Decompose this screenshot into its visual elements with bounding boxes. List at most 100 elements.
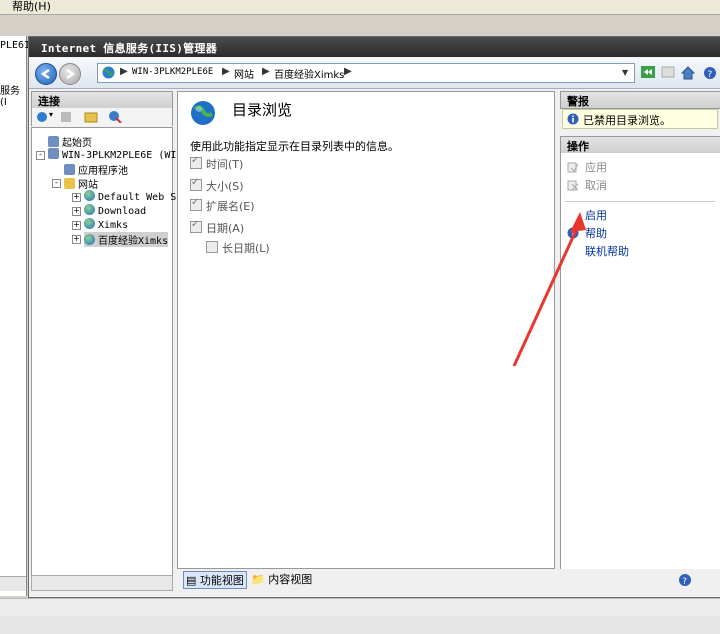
online-help-action[interactable]: 联机帮助 [585, 243, 629, 259]
actions-header: 操作 [560, 136, 720, 154]
tree-node[interactable]: Download [84, 204, 146, 217]
home-icon[interactable] [681, 66, 695, 80]
tree-node[interactable]: 应用程序池 [64, 162, 128, 177]
actions-title: 操作 [567, 140, 589, 153]
crumb-server[interactable]: WIN-3PLKM2PLE6E [132, 67, 213, 77]
forward-arrow-icon [66, 69, 76, 79]
info-icon [567, 113, 579, 125]
actions-pane: 应用 取消 启用 ? 帮助 联机帮助 [560, 153, 720, 589]
site-globe-icon [84, 234, 95, 245]
apply-action[interactable]: 应用 [585, 159, 607, 175]
option-checkbox[interactable]: 大小(S) [190, 177, 244, 194]
svg-text:?: ? [708, 70, 713, 80]
background-window: PLE6I 服务 (I [0, 36, 31, 596]
content-view-label: 内容视图 [268, 573, 313, 586]
option-label: 长日期(L) [222, 242, 270, 255]
tree-node[interactable]: 起始页 [48, 134, 92, 149]
crumb-site[interactable]: 百度经验Ximks [274, 66, 344, 81]
back-button[interactable] [35, 63, 57, 85]
checkbox-icon [190, 155, 202, 169]
option-checkbox[interactable]: 长日期(L) [206, 240, 270, 256]
alerts-title: 警报 [567, 95, 589, 108]
tree-expander-icon[interactable]: + [72, 235, 81, 244]
option-checkbox[interactable]: 时间(T) [190, 155, 244, 172]
tree-expander-icon[interactable]: + [72, 207, 81, 216]
feature-title: 目录浏览 [232, 101, 293, 119]
up-folder-icon[interactable] [84, 110, 98, 123]
background-scrollbar[interactable] [0, 576, 26, 591]
help-action[interactable]: 帮助 [585, 225, 607, 241]
crumb-separator: ▶ [344, 66, 352, 77]
background-text-2: 服务 (I [0, 86, 20, 108]
tree-node-label: Ximks [98, 220, 129, 231]
tree-node[interactable]: 网站 [64, 176, 98, 191]
window-title: Internet 信息服务(IIS)管理器 [41, 42, 218, 55]
svg-text:?: ? [570, 230, 575, 239]
tree-node[interactable]: WIN-3PLKM2PLE6E (WIN [48, 148, 182, 161]
connections-scrollbar[interactable] [31, 575, 173, 591]
tree-expander-icon[interactable]: + [72, 221, 81, 230]
tree-expander-icon[interactable]: - [52, 179, 61, 188]
bottom-strip [0, 616, 720, 634]
tree-expander-icon[interactable]: - [36, 151, 45, 160]
dropdown-icon[interactable]: ▾ [49, 110, 53, 119]
connections-title: 连接 [38, 95, 60, 108]
cancel-action[interactable]: 取消 [585, 177, 607, 193]
app-pool-icon [64, 164, 75, 175]
option-label: 时间(T) [206, 158, 244, 171]
refresh-icon[interactable] [641, 66, 655, 80]
connections-header: 连接 [31, 91, 173, 109]
tree-node[interactable]: Ximks [84, 218, 128, 231]
crumb-sites[interactable]: 网站 [234, 66, 254, 81]
crumb-separator: ▶ [222, 66, 230, 77]
checkbox-icon [206, 241, 218, 253]
view-switcher: ▤ 功能视图 📁 内容视图 [177, 569, 553, 591]
content-view-tab[interactable]: 📁 内容视图 [249, 571, 314, 587]
help-icon[interactable]: ? [703, 66, 717, 80]
feature-pane: 目录浏览 使用此功能指定显示在目录列表中的信息。 时间(T) 大小(S) 扩展名(E… [177, 91, 555, 569]
option-checkbox[interactable]: 日期(A) [190, 219, 245, 236]
save-icon[interactable] [60, 111, 72, 123]
help-icon: ? [567, 227, 579, 239]
checkbox-icon [190, 177, 202, 191]
site-globe-icon [84, 218, 95, 229]
feature-view-icon: ▤ [186, 574, 197, 587]
tree-node-label: Download [98, 206, 147, 217]
option-label: 日期(A) [206, 222, 245, 235]
tree-expander-icon[interactable]: + [72, 193, 81, 202]
tree-node[interactable]: 百度经验Ximks [84, 232, 169, 247]
tree-node[interactable]: Default Web Si [84, 190, 182, 203]
alert-message: 已禁用目录浏览。 [583, 114, 671, 127]
checkbox-icon [190, 219, 202, 233]
connect-globe-icon[interactable] [36, 111, 48, 123]
option-label: 大小(S) [206, 180, 244, 193]
host-menu-bar: 帮助(H) [0, 0, 720, 15]
status-bar [0, 598, 720, 617]
site-globe-icon [84, 204, 95, 215]
back-arrow-icon [40, 69, 50, 79]
connections-toolbar: ▾ [31, 108, 173, 126]
start-page-icon [48, 136, 59, 147]
apply-icon [567, 162, 579, 173]
forward-button[interactable] [59, 63, 81, 85]
enable-action[interactable]: 启用 [585, 207, 607, 223]
title-bar: Internet 信息服务(IIS)管理器 [29, 37, 720, 57]
stop-icon[interactable] [661, 66, 675, 80]
disconnect-icon[interactable] [108, 110, 122, 123]
help-menu[interactable]: 帮助(H) [12, 0, 51, 14]
tree-node-label: 百度经验Ximks [98, 236, 169, 247]
svg-text:?: ? [682, 577, 687, 587]
status-help-icon[interactable]: ? [678, 573, 692, 587]
background-text-1: PLE6I [0, 40, 31, 51]
option-checkbox[interactable]: 扩展名(E) [190, 197, 255, 214]
address-bar[interactable]: ▶ WIN-3PLKM2PLE6E ▶ 网站 ▶ 百度经验Ximks ▶ ▼ [97, 63, 635, 83]
checkbox-icon [190, 197, 202, 211]
tree-node-label: WIN-3PLKM2PLE6E (WIN [62, 150, 183, 161]
address-dropdown-icon[interactable]: ▼ [622, 68, 628, 77]
feature-view-tab[interactable]: ▤ 功能视图 [183, 571, 247, 589]
tree-node-label: Default Web Si [98, 192, 183, 203]
directory-browsing-globe-icon [191, 101, 215, 125]
alerts-header: 警报 [560, 91, 720, 109]
feature-description: 使用此功能指定显示在目录列表中的信息。 [190, 140, 399, 153]
iis-manager-window: Internet 信息服务(IIS)管理器 ▶ WIN-3PLKM2PLE6E … [28, 36, 720, 598]
